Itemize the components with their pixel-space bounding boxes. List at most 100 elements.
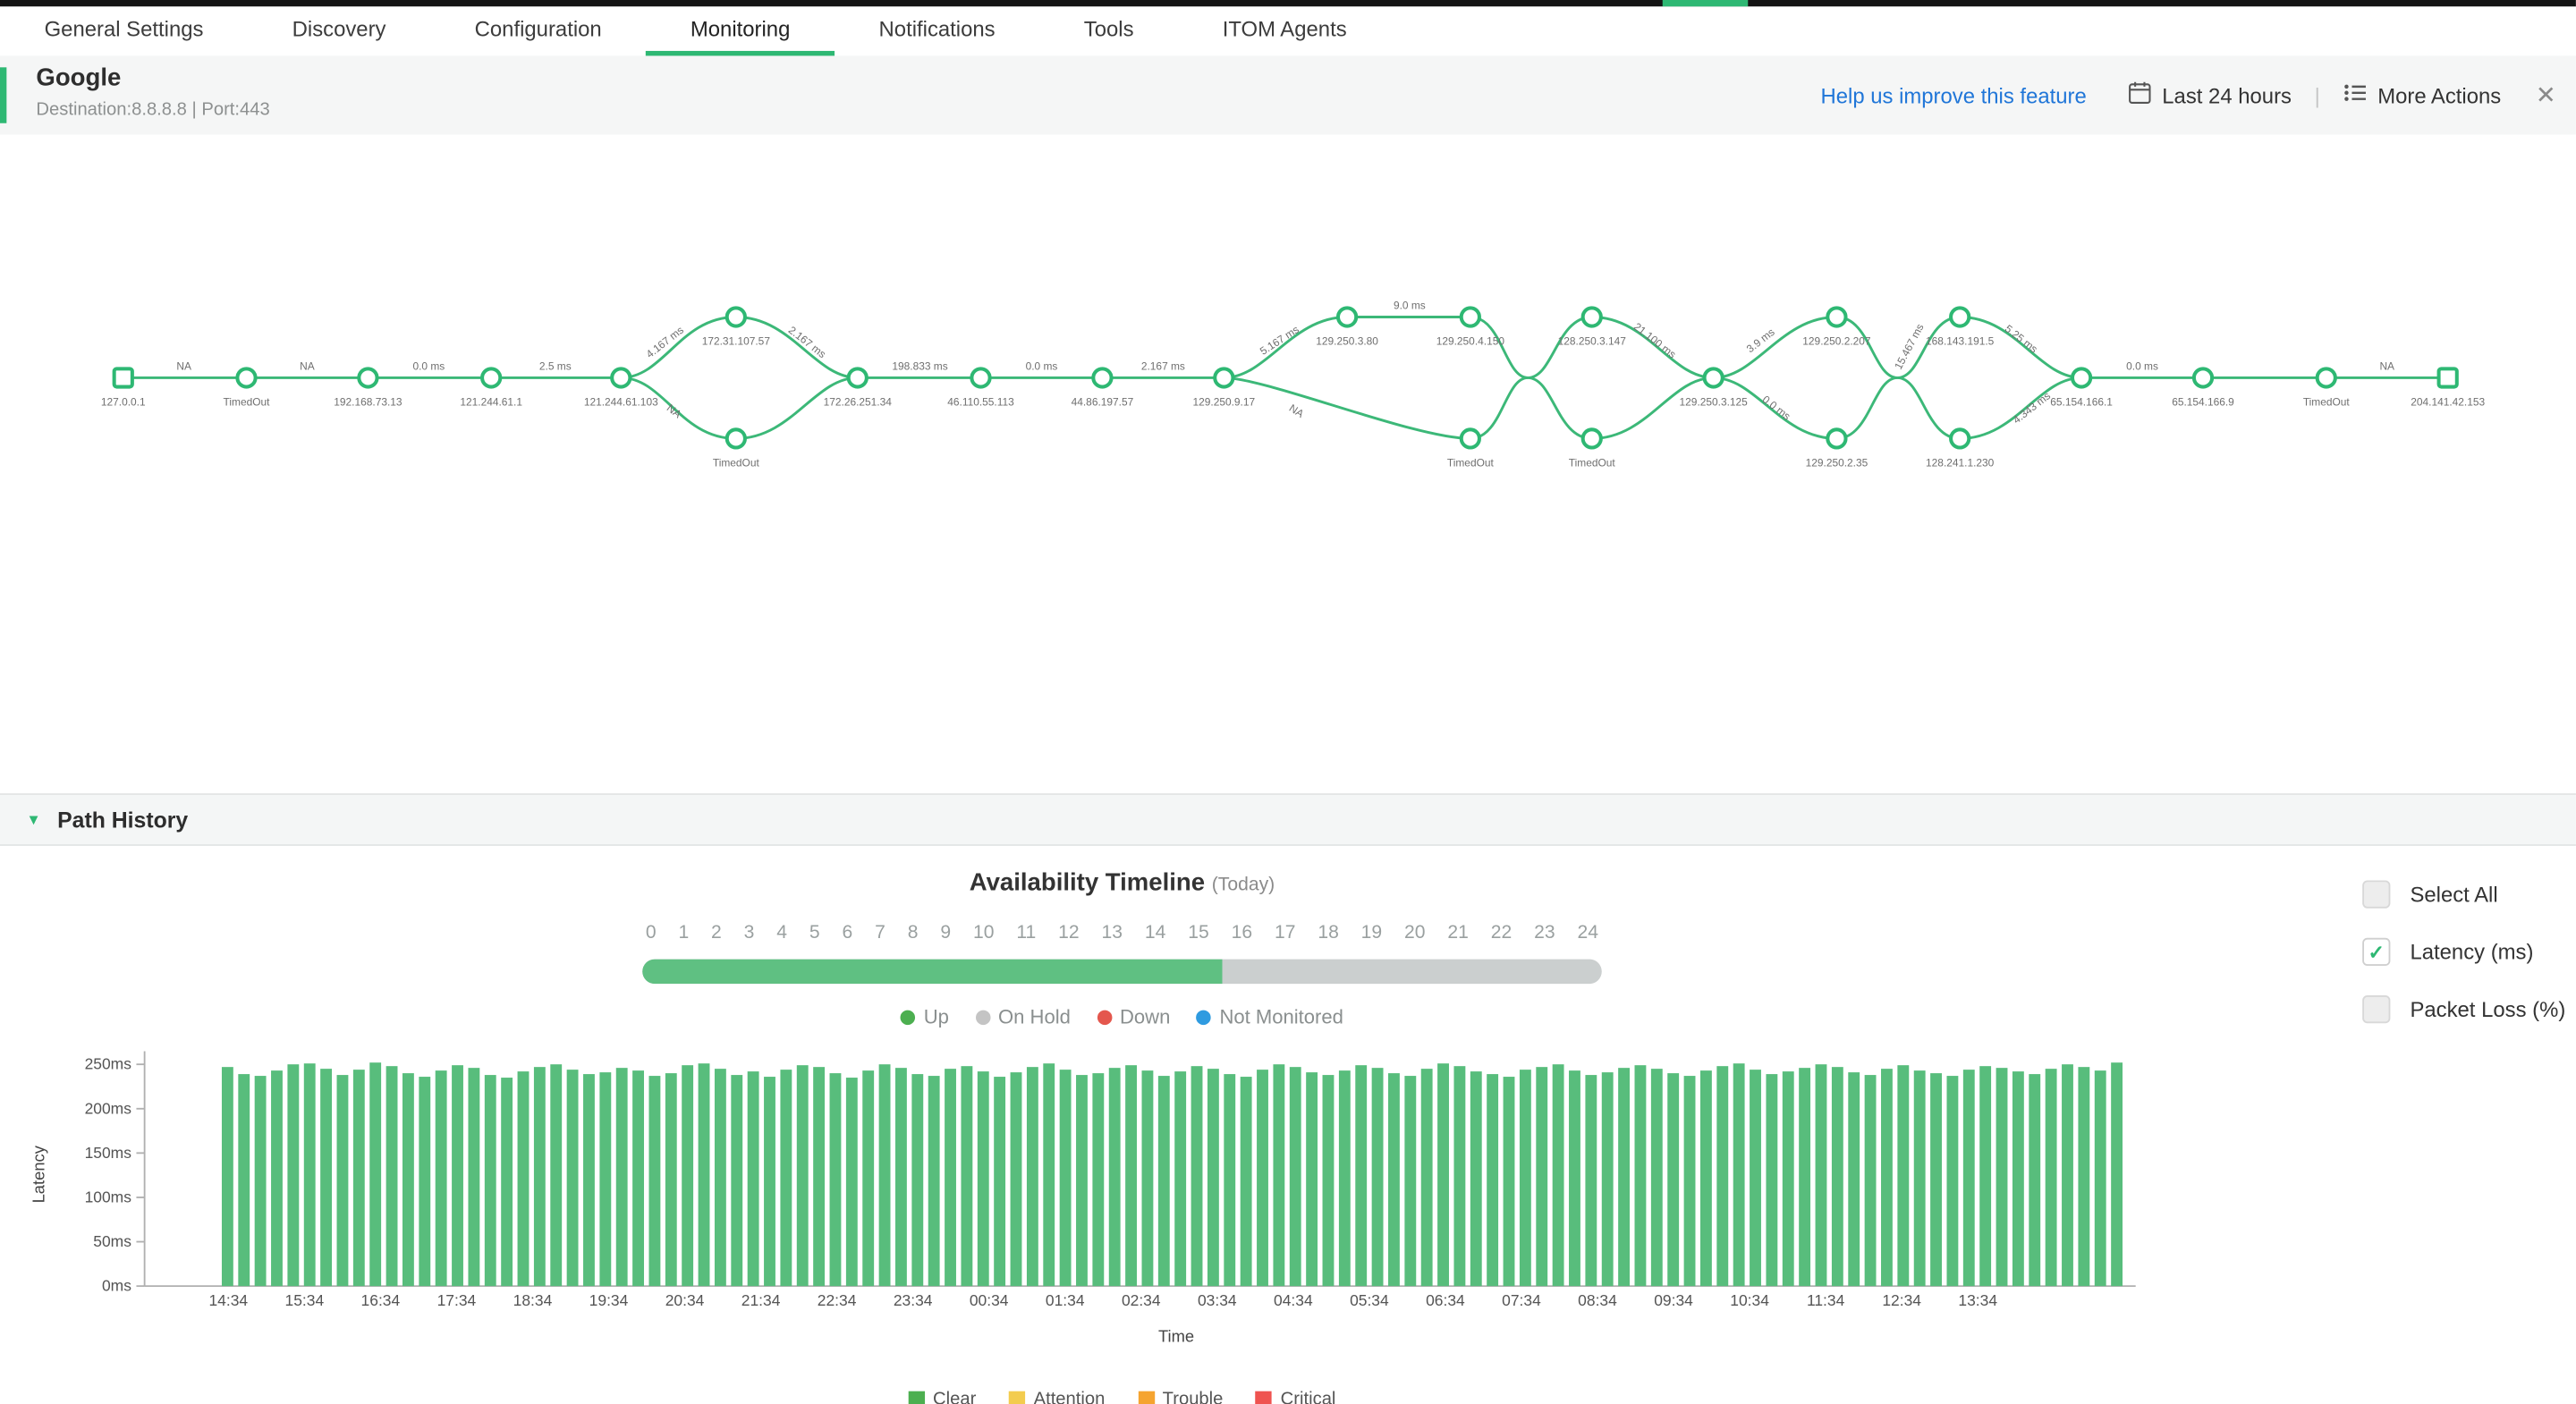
latency-bar — [336, 1075, 349, 1287]
path-node[interactable] — [480, 367, 503, 389]
time-range-picker[interactable]: Last 24 hours — [2128, 80, 2292, 110]
latency-bar — [566, 1070, 579, 1287]
collapse-caret-icon[interactable]: ▼ — [26, 811, 40, 827]
path-edge-label: 198.833 ms — [892, 359, 947, 372]
latency-bar — [1946, 1076, 1959, 1287]
path-node-label: 127.0.0.1 — [101, 396, 146, 409]
path-node[interactable] — [1702, 367, 1724, 389]
toggle-packet-loss-[interactable]: Packet Loss (%) — [2362, 995, 2565, 1024]
legend-label: Up — [923, 1005, 949, 1028]
path-node[interactable] — [970, 367, 992, 389]
tab-monitoring[interactable]: Monitoring — [646, 6, 835, 56]
latency-bar — [1618, 1068, 1631, 1287]
latency-bar — [1733, 1063, 1745, 1287]
path-node[interactable] — [1459, 427, 1481, 450]
close-icon[interactable]: ✕ — [2536, 80, 2556, 110]
x-tick-label: 13:34 — [1958, 1291, 1997, 1309]
path-node[interactable] — [2436, 367, 2459, 389]
latency-bar — [271, 1070, 283, 1287]
latency-bar — [435, 1070, 447, 1287]
latency-bar — [386, 1066, 398, 1287]
path-node-label: 129.250.9.17 — [1193, 396, 1256, 409]
latency-bar — [1470, 1071, 1482, 1287]
x-tick-label: 01:34 — [1046, 1291, 1085, 1309]
toggle-select-all[interactable]: Select All — [2362, 880, 2565, 909]
x-tick-label: 15:34 — [285, 1291, 325, 1309]
hour-label: 12 — [1058, 923, 1080, 943]
path-node[interactable] — [846, 367, 869, 389]
path-history-header: ▼ Path History — [0, 793, 2576, 846]
hour-label: 15 — [1188, 923, 1209, 943]
path-node[interactable] — [1949, 306, 1971, 328]
path-node[interactable] — [357, 367, 379, 389]
latency-bar — [1157, 1076, 1170, 1287]
path-node[interactable] — [2070, 367, 2093, 389]
path-node[interactable] — [1580, 427, 1603, 450]
latency-bar — [780, 1070, 792, 1287]
tab-discovery[interactable]: Discovery — [248, 6, 430, 55]
path-node[interactable] — [610, 367, 632, 389]
latency-bar — [1799, 1068, 1811, 1287]
latency-bar — [813, 1067, 826, 1287]
latency-bar — [1273, 1064, 1285, 1287]
path-node[interactable] — [1459, 306, 1481, 328]
status-legend-label: Attention — [1033, 1389, 1106, 1404]
path-node[interactable] — [2191, 367, 2215, 389]
y-tick-label: 200ms — [85, 1099, 132, 1117]
path-node[interactable] — [1213, 367, 1235, 389]
more-actions-button[interactable]: More Actions — [2343, 80, 2501, 110]
main-nav-tabs: General Settings Discovery Configuration Mo… — [0, 6, 2576, 58]
path-node[interactable] — [724, 306, 747, 328]
path-node[interactable] — [1580, 306, 1603, 328]
latency-bar — [287, 1064, 300, 1287]
latency-bar — [221, 1067, 233, 1287]
latency-bar — [682, 1065, 694, 1287]
latency-bar — [2078, 1067, 2090, 1287]
path-node-label: 65.154.166.1 — [2050, 396, 2113, 409]
legend-item-on-hold: On Hold — [975, 1005, 1071, 1028]
checkbox[interactable] — [2362, 880, 2391, 909]
path-node[interactable] — [235, 367, 258, 389]
path-node[interactable] — [1949, 427, 1971, 450]
latency-bar — [747, 1071, 759, 1287]
status-legend: Clear Attention Trouble Critical — [0, 1390, 2244, 1404]
latency-bar — [369, 1062, 382, 1287]
path-node-label: 168.143.191.5 — [1926, 335, 1995, 348]
path-node[interactable] — [1091, 367, 1114, 389]
path-edge-label: 5.167 ms — [1258, 323, 1301, 357]
path-node[interactable] — [724, 427, 747, 450]
path-node[interactable] — [1826, 427, 1848, 450]
hour-label: 10 — [973, 923, 995, 943]
path-edge-label: 2.167 ms — [1141, 359, 1185, 372]
path-node-label: 172.26.251.34 — [824, 396, 893, 409]
latency-bar — [254, 1076, 267, 1287]
tab-configuration[interactable]: Configuration — [430, 6, 646, 55]
path-edge-label: 9.0 ms — [1394, 299, 1426, 311]
path-node[interactable] — [2315, 367, 2337, 389]
latency-bar — [615, 1068, 628, 1287]
brand-accent-segment — [1662, 0, 1749, 7]
latency-bar — [1585, 1075, 1597, 1287]
latency-bar — [1092, 1073, 1105, 1287]
checkbox[interactable] — [2362, 995, 2391, 1024]
path-node[interactable] — [112, 367, 134, 389]
calendar-icon — [2128, 80, 2153, 110]
x-tick-label: 14:34 — [208, 1291, 248, 1309]
latency-bar — [419, 1077, 431, 1287]
x-tick-label: 21:34 — [741, 1291, 781, 1309]
latency-bar — [1043, 1063, 1055, 1287]
toggle-latency-ms-[interactable]: ✓ Latency (ms) — [2362, 937, 2565, 966]
top-brand-bar — [0, 0, 2576, 7]
path-edge-label: 0.0 ms — [1760, 393, 1793, 422]
checkbox[interactable]: ✓ — [2362, 937, 2391, 966]
path-node[interactable] — [1335, 306, 1359, 328]
legend-dot — [1196, 1009, 1212, 1025]
tab-notifications[interactable]: Notifications — [835, 6, 1039, 55]
path-node[interactable] — [1826, 306, 1848, 328]
tab-tools[interactable]: Tools — [1039, 6, 1178, 55]
y-axis-title: Latency — [30, 1145, 48, 1203]
tab-general-settings[interactable]: General Settings — [0, 6, 248, 55]
tab-itom-agents[interactable]: ITOM Agents — [1178, 6, 1391, 55]
help-improve-link[interactable]: Help us improve this feature — [1820, 83, 2086, 108]
latency-bar — [1536, 1067, 1548, 1287]
